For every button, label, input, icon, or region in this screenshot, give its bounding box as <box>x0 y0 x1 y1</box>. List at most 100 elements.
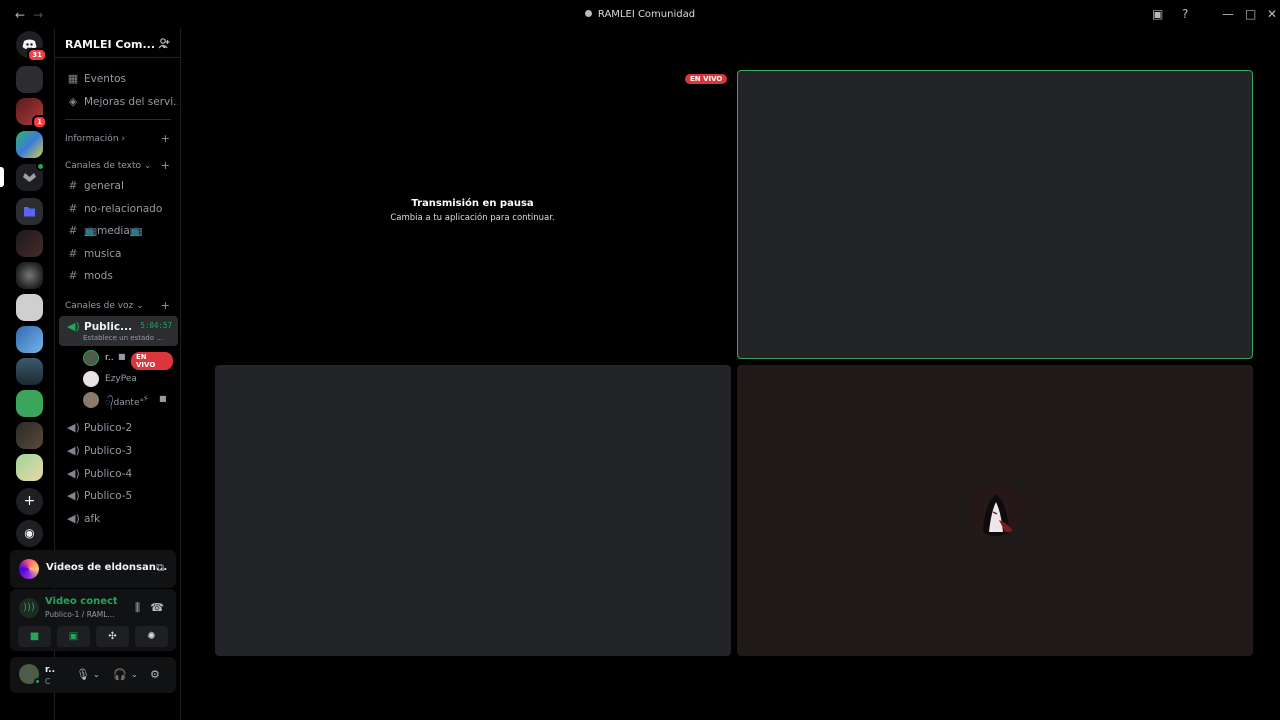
live-badge: EN VIVO <box>685 74 728 84</box>
server-icon-1[interactable] <box>16 66 43 93</box>
activities-button[interactable]: ✣ <box>96 626 129 647</box>
channel-media[interactable]: # 📺media📺 <box>59 220 178 240</box>
channel-mods[interactable]: # mods <box>59 265 178 285</box>
hashtag-thread-icon: # <box>68 224 78 237</box>
member-name: r.. <box>105 353 114 363</box>
video-tile-empty[interactable] <box>215 365 731 656</box>
add-server-button[interactable]: + <box>16 488 43 515</box>
voice-connection-panel: ))) Video conectado Publico-1 / RAML... … <box>10 589 176 651</box>
server-icon-2[interactable]: 1 <box>16 98 47 129</box>
maximize-button[interactable]: □ <box>1245 7 1256 21</box>
user-name[interactable]: r.. <box>45 665 55 675</box>
disconnect-icon[interactable]: ☎ <box>150 601 164 614</box>
server-icon-5[interactable] <box>16 230 43 257</box>
user-panel: r.. C 🎙 ⌄ 🎧 ⌄ ⚙ <box>10 657 176 693</box>
server-icon-10[interactable] <box>16 390 43 417</box>
window-title: RAMLEI Comunidad <box>597 9 696 20</box>
voice-channel-publico-1[interactable]: ◀) Public... 5:04:57 Establece un estado … <box>59 316 178 346</box>
minimize-button[interactable]: — <box>1222 7 1234 21</box>
voice-member-1[interactable]: r.. ■ EN VIVO <box>83 350 173 370</box>
activity-icon: ⚡ <box>143 394 149 403</box>
user-subtitle: C <box>45 677 51 686</box>
speaker-lock-icon: ◀) <box>67 489 80 502</box>
screen-share-button[interactable]: ▣ <box>57 626 90 647</box>
close-button[interactable]: ✕ <box>1267 7 1277 21</box>
voice-member-2[interactable]: EzyPea <box>83 371 173 389</box>
camera-button[interactable]: ■ <box>18 626 51 647</box>
category-voice[interactable]: Canales de voz ⌄ <box>65 301 144 311</box>
server-icon-11[interactable] <box>16 422 43 449</box>
sidebar-divider <box>65 119 171 120</box>
channel-label: afk <box>84 513 101 525</box>
member-name: EzyPea <box>105 374 137 384</box>
add-channel-info-button[interactable]: + <box>161 132 170 145</box>
voice-channel-afk[interactable]: ◀) afk <box>59 508 178 528</box>
gear-icon[interactable]: ⚙ <box>150 668 160 681</box>
avatar <box>83 392 99 408</box>
server-icon-ramlei[interactable] <box>16 162 45 191</box>
category-info[interactable]: Información › <box>65 134 125 144</box>
camera-icon: ■ <box>118 352 126 361</box>
paused-stream[interactable]: Transmisión en pausa Cambia a tu aplicac… <box>215 198 730 223</box>
soundboard-button[interactable]: ✺ <box>135 626 168 647</box>
server-icon-6[interactable] <box>16 262 43 289</box>
server-icon-3[interactable] <box>16 131 43 158</box>
server-header[interactable]: RAMLEI Com... ⌄ <box>55 28 180 58</box>
channel-label: Publico-2 <box>84 422 133 434</box>
channel-label: Publico-5 <box>84 490 133 502</box>
category-text[interactable]: Canales de texto ⌄ <box>65 161 151 171</box>
video-tile-speaking[interactable] <box>737 70 1253 359</box>
activity-panel[interactable]: Videos de eldonsan... ⧉ <box>10 550 176 588</box>
server-icon-9[interactable] <box>16 358 43 385</box>
channel-no-relacionado[interactable]: # no-relacionado <box>59 198 178 218</box>
channel-label: general <box>84 180 124 192</box>
anime-avatar-icon <box>969 482 1023 536</box>
paused-subtitle: Cambia a tu aplicación para continuar. <box>390 213 555 223</box>
voice-channel-path[interactable]: Publico-1 / RAML... <box>45 610 115 619</box>
voice-channel-publico-3[interactable]: ◀) Publico-3 <box>59 440 178 460</box>
voice-status[interactable]: Video conectado <box>45 596 117 607</box>
invite-icon[interactable] <box>158 37 170 52</box>
channel-musica[interactable]: # musica <box>59 243 178 263</box>
video-tile-avatar[interactable] <box>737 365 1253 656</box>
channel-label: musica <box>84 248 122 260</box>
voice-member-3[interactable]: ᭄dante° ⚡ ■ <box>83 392 173 410</box>
server-icon-7[interactable] <box>16 294 43 321</box>
server-icon-8[interactable] <box>16 326 43 353</box>
chevron-down-icon[interactable]: ⌄ <box>93 670 100 679</box>
headphones-icon[interactable]: 🎧 <box>113 668 127 681</box>
add-text-channel-button[interactable]: + <box>161 159 170 172</box>
avatar <box>83 350 99 366</box>
screen-share-icon[interactable]: ⧉ <box>156 561 164 575</box>
direct-messages-button[interactable]: 31 <box>16 31 47 62</box>
voice-channel-publico-4[interactable]: ◀) Publico-4 <box>59 463 178 483</box>
boosts-item[interactable]: ◈ Mejoras del servi... <box>59 91 178 111</box>
channel-label: mods <box>84 270 113 282</box>
channel-general[interactable]: # general <box>59 175 178 195</box>
events-item[interactable]: ▦ Eventos <box>59 68 178 88</box>
voice-stage: EN VIVO Transmisión en pausa Cambia a tu… <box>183 28 1280 720</box>
noise-suppression-icon[interactable]: ⫼ <box>135 601 140 615</box>
calendar-icon: ▦ <box>67 72 79 85</box>
server-icon-12[interactable] <box>16 454 43 481</box>
add-voice-channel-button[interactable]: + <box>161 299 170 312</box>
server-folder-icon[interactable] <box>16 198 43 225</box>
discover-button[interactable]: ◉ <box>16 520 43 547</box>
signal-icon[interactable]: ))) <box>19 598 39 618</box>
inbox-icon[interactable]: ▣ <box>1152 7 1163 21</box>
chevron-down-icon[interactable]: ⌄ <box>131 670 138 679</box>
speaker-icon: ◀) <box>67 444 80 457</box>
microphone-icon[interactable]: 🎙 <box>76 668 90 681</box>
voice-indicator-icon <box>36 162 45 171</box>
voice-status[interactable]: Establece un estado ... <box>83 334 163 342</box>
status-dot-icon <box>34 678 41 685</box>
help-icon[interactable]: ? <box>1182 7 1188 21</box>
channel-label: Publico-3 <box>84 445 133 457</box>
speaker-icon: ◀) <box>67 421 80 434</box>
voice-channel-publico-2[interactable]: ◀) Publico-2 <box>59 417 178 437</box>
server-icon <box>584 10 592 17</box>
voice-channel-publico-5[interactable]: ◀) Publico-5 <box>59 485 178 505</box>
live-badge: EN VIVO <box>131 352 173 370</box>
member-name: ᭄dante° <box>105 398 144 408</box>
speaker-icon: ◀) <box>67 512 80 525</box>
